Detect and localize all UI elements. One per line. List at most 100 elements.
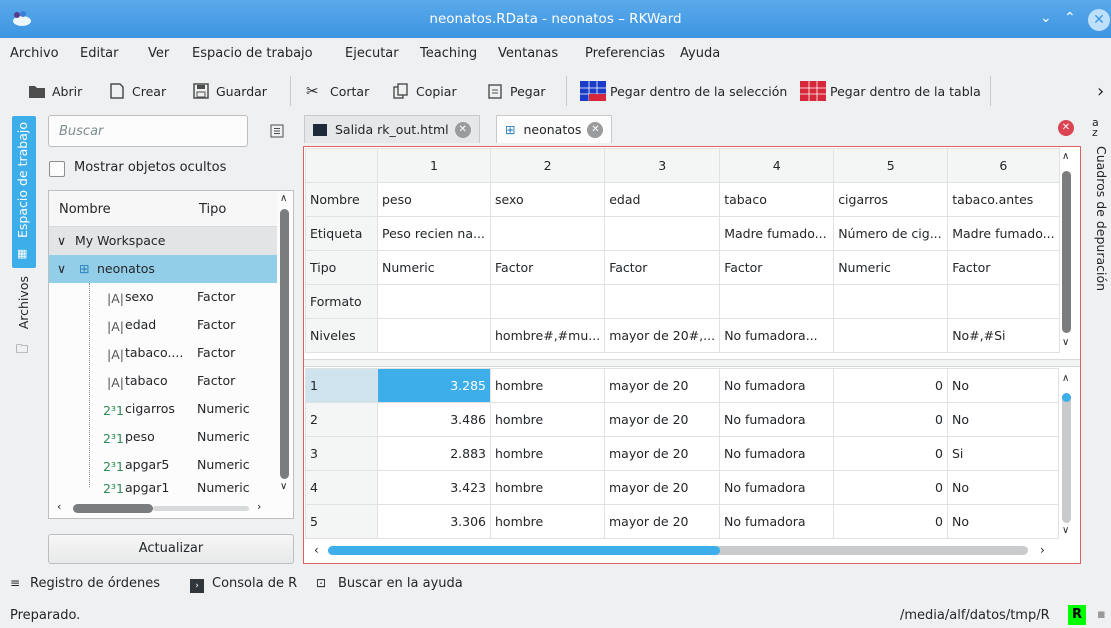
copy-button[interactable]: Copiar <box>392 79 457 103</box>
meta-cell[interactable]: Número de cig... <box>833 216 949 251</box>
col-number[interactable]: 6 <box>947 148 1060 183</box>
data-cell[interactable]: 2.883 <box>377 436 491 471</box>
scroll-down-icon[interactable]: ∨ <box>280 481 287 492</box>
menu-espacio-de-trabajo[interactable]: Espacio de trabajo <box>192 46 313 61</box>
scroll-up-icon[interactable]: ∧ <box>280 193 287 204</box>
data-cell[interactable]: No fumadora <box>719 436 834 471</box>
meta-cell[interactable]: Factor <box>947 250 1060 285</box>
data-cell[interactable]: No fumadora <box>719 368 834 403</box>
tab-neonatos[interactable]: ⊞ neonatos ✕ <box>496 115 613 143</box>
close-window-button[interactable]: ✕ <box>1088 9 1110 31</box>
tree-root-row[interactable]: ∨ My Workspace <box>49 227 277 255</box>
update-button[interactable]: Actualizar <box>48 534 294 564</box>
show-hidden-checkbox[interactable] <box>49 161 65 177</box>
menu-ayuda[interactable]: Ayuda <box>680 46 720 61</box>
tree-horizontal-scrollbar[interactable]: ‹ › <box>49 499 277 517</box>
col-number[interactable]: 2 <box>489 148 606 183</box>
data-cell[interactable]: 0 <box>833 402 948 437</box>
tree-var-row[interactable]: |A| tabaco.... Factor <box>49 339 277 367</box>
meta-cell[interactable]: Numeric <box>377 250 491 285</box>
show-hidden-label[interactable]: Mostrar objetos ocultos <box>74 160 226 175</box>
row-number[interactable]: 2 <box>305 402 378 437</box>
scrollbar-thumb[interactable] <box>328 546 720 555</box>
tree-var-row[interactable]: 2³1 peso Numeric <box>49 423 277 451</box>
meta-cell[interactable] <box>719 284 835 319</box>
paste-button[interactable]: Pegar <box>486 79 546 103</box>
data-horizontal-scrollbar[interactable]: ‹ › <box>306 541 1076 561</box>
data-cell[interactable]: 3.306 <box>377 504 491 539</box>
data-cell[interactable]: No <box>947 470 1059 505</box>
tree-var-row[interactable]: 2³1 cigarros Numeric <box>49 395 277 423</box>
tab-output[interactable]: Salida rk_out.html ✕ <box>304 115 480 143</box>
scroll-right-icon[interactable]: › <box>1040 543 1045 557</box>
scrollbar-thumb[interactable] <box>1062 171 1071 333</box>
data-cell[interactable]: hombre <box>490 368 605 403</box>
collapse-icon[interactable]: ∨ <box>57 233 66 248</box>
paste-into-selection-button[interactable]: Pegar dentro de la selección <box>580 79 787 103</box>
scrollbar-thumb[interactable] <box>280 209 289 479</box>
maximize-button[interactable]: ⌃ <box>1064 10 1076 26</box>
data-cell[interactable]: 3.423 <box>377 470 491 505</box>
menu-editar[interactable]: Editar <box>80 46 119 61</box>
col-number[interactable]: 1 <box>377 148 491 183</box>
scroll-down-icon[interactable]: ∨ <box>1062 337 1069 348</box>
open-button[interactable]: Abrir <box>28 79 82 103</box>
scroll-left-icon[interactable]: ‹ <box>314 543 319 557</box>
r-console-button[interactable]: Consola de R <box>212 576 297 591</box>
col-number[interactable]: 4 <box>719 148 835 183</box>
help-search-button[interactable]: Buscar en la ayuda <box>338 576 463 591</box>
tab-workspace-vertical[interactable]: Espacio de trabajo <box>12 116 36 268</box>
scrollbar-thumb[interactable] <box>73 504 153 513</box>
meta-cell[interactable]: Numeric <box>833 250 949 285</box>
meta-cell[interactable]: No fumadora... <box>719 318 835 353</box>
scroll-up-icon[interactable]: ∧ <box>1062 151 1069 162</box>
save-button[interactable]: Guardar <box>192 79 267 103</box>
data-cell[interactable]: 0 <box>833 470 948 505</box>
data-cell[interactable]: Si <box>947 436 1059 471</box>
data-cell[interactable]: mayor de 20 <box>604 470 720 505</box>
row-number[interactable]: 5 <box>305 504 378 539</box>
grid-splitter[interactable] <box>304 359 1080 367</box>
tree-var-row[interactable]: |A| tabaco Factor <box>49 367 277 395</box>
meta-cell[interactable] <box>604 284 721 319</box>
col-name-header[interactable]: Nombre <box>59 202 111 217</box>
menu-teaching[interactable]: Teaching <box>420 46 477 61</box>
meta-vertical-scrollbar[interactable]: ∧ ∨ <box>1059 149 1075 349</box>
menu-preferencias[interactable]: Preferencias <box>585 46 665 61</box>
tree-vertical-scrollbar[interactable]: ∧ ∨ <box>277 191 293 497</box>
scroll-up-icon[interactable]: ∧ <box>1062 373 1069 384</box>
meta-cell[interactable]: hombre#,#mu... <box>489 318 606 353</box>
meta-cell[interactable]: edad <box>604 182 721 217</box>
collapse-icon[interactable]: ∨ <box>57 261 66 276</box>
meta-cell[interactable]: Madre fumado... <box>719 216 835 251</box>
resize-grip-icon[interactable]: ▪ <box>1097 607 1106 622</box>
data-cell[interactable]: mayor de 20 <box>604 368 720 403</box>
workspace-search-input[interactable]: Buscar <box>48 115 248 147</box>
data-cell[interactable]: hombre <box>490 504 605 539</box>
scroll-down-icon[interactable]: ∨ <box>1062 525 1069 536</box>
data-cell-selected[interactable]: 3.285 <box>377 368 491 403</box>
data-cell[interactable]: hombre <box>490 470 605 505</box>
meta-cell[interactable] <box>377 284 491 319</box>
tree-var-row[interactable]: |A| edad Factor <box>49 311 277 339</box>
tree-var-row[interactable]: 2³1 apgar1 Numeric <box>49 479 277 497</box>
meta-cell[interactable]: peso <box>377 182 491 217</box>
data-cell[interactable]: hombre <box>490 436 605 471</box>
meta-cell[interactable] <box>947 284 1060 319</box>
col-number[interactable]: 5 <box>833 148 949 183</box>
paste-into-table-button[interactable]: Pegar dentro de la tabla <box>800 79 981 103</box>
data-cell[interactable]: 0 <box>833 504 948 539</box>
meta-cell[interactable]: mayor de 20#,... <box>604 318 721 353</box>
data-cell[interactable]: 0 <box>833 436 948 471</box>
data-cell[interactable]: mayor de 20 <box>604 436 720 471</box>
tree-var-row[interactable]: |A| sexo Factor <box>49 283 277 311</box>
data-cell[interactable]: No <box>947 402 1059 437</box>
data-cell[interactable]: hombre <box>490 402 605 437</box>
col-type-header[interactable]: Tipo <box>199 202 226 217</box>
tab-debug-frames[interactable]: Cuadros de depuración <box>1092 146 1111 291</box>
meta-cell[interactable]: sexo <box>489 182 606 217</box>
menu-ver[interactable]: Ver <box>148 46 169 61</box>
menu-archivo[interactable]: Archivo <box>10 46 59 61</box>
create-button[interactable]: Crear <box>108 79 166 103</box>
meta-cell[interactable] <box>489 284 606 319</box>
